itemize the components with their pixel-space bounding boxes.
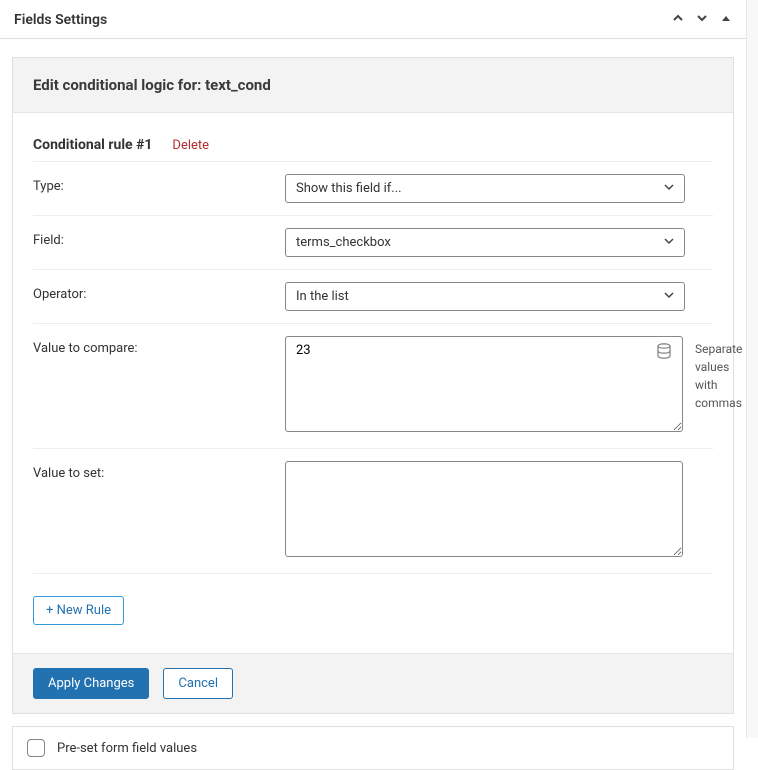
value-compare-textarea[interactable] — [285, 336, 683, 432]
cancel-button[interactable]: Cancel — [163, 668, 233, 699]
rule-title: Conditional rule #1 — [33, 137, 152, 153]
type-select[interactable]: Show this field if... — [285, 174, 685, 203]
collapse-icon[interactable] — [720, 12, 732, 28]
apply-changes-button[interactable]: Apply Changes — [33, 668, 149, 699]
preset-checkbox[interactable] — [27, 739, 45, 757]
value-compare-hint: Separate values with commas — [695, 336, 750, 412]
chevron-up-icon[interactable] — [672, 12, 684, 28]
panel-title: Fields Settings — [14, 12, 107, 28]
scrollbar[interactable] — [746, 0, 758, 738]
value-compare-label: Value to compare: — [33, 336, 285, 356]
operator-select[interactable]: In the list — [285, 282, 685, 311]
delete-rule-link[interactable]: Delete — [172, 138, 209, 153]
field-select[interactable]: terms_checkbox — [285, 228, 685, 257]
card-title: Edit conditional logic for: text_cond — [33, 76, 713, 94]
value-set-textarea[interactable] — [285, 461, 683, 557]
field-label: Field: — [33, 228, 285, 248]
value-set-label: Value to set: — [33, 461, 285, 481]
new-rule-button[interactable]: + New Rule — [33, 596, 124, 625]
chevron-down-icon[interactable] — [696, 12, 708, 28]
operator-label: Operator: — [33, 282, 285, 302]
type-label: Type: — [33, 174, 285, 194]
database-icon[interactable] — [655, 342, 673, 360]
preset-label: Pre-set form field values — [57, 741, 197, 756]
